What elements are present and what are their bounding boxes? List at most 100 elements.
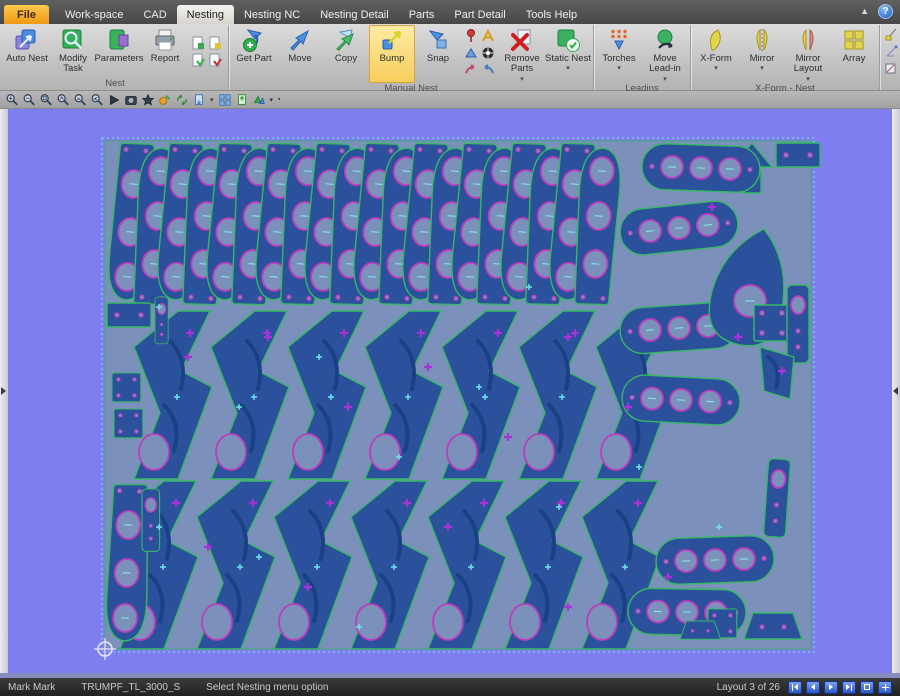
verify-small-tools [882, 25, 900, 78]
zoom-sheet-icon[interactable] [72, 92, 88, 107]
left-panel-collapsed[interactable] [0, 109, 8, 673]
rotate-red-icon[interactable] [463, 62, 479, 78]
snap-button[interactable]: Snap [415, 25, 461, 83]
nest-doc-yellow-icon[interactable] [207, 35, 223, 51]
tab-parts[interactable]: Parts [399, 5, 445, 24]
array-button[interactable]: Array [831, 25, 877, 83]
nest-check-green-icon[interactable] [190, 52, 206, 68]
get-part-button[interactable]: Get Part [231, 25, 277, 83]
bump-button[interactable]: Bump [369, 25, 415, 83]
zoom-previous-icon[interactable] [89, 92, 105, 107]
get-part-label: Get Part [236, 54, 271, 64]
color-mark-icon[interactable] [157, 92, 173, 107]
target-icon[interactable] [480, 45, 496, 61]
tab-nesting-detail[interactable]: Nesting Detail [310, 5, 398, 24]
report-label: Report [151, 54, 180, 64]
parameters-button[interactable]: Parameters [96, 25, 142, 78]
parameters-icon [106, 27, 132, 53]
zoom-in-icon[interactable] [4, 92, 20, 107]
status-bar: Mark Mark TRUMPF_TL_3000_S Select Nestin… [0, 678, 900, 696]
zoom-out-icon[interactable] [21, 92, 37, 107]
export-file-icon[interactable] [234, 92, 250, 107]
previous-layout-button[interactable] [806, 681, 820, 694]
modify-task-button[interactable]: Modify Task [50, 25, 96, 78]
get-part-icon [241, 27, 267, 53]
tab-part-detail[interactable]: Part Detail [444, 5, 515, 24]
bump-icon [379, 27, 405, 53]
tab-work-space[interactable]: Work-space [55, 5, 133, 24]
dropdown-arrow-icon[interactable]: ▾ [208, 96, 216, 104]
import-file-icon[interactable] [191, 92, 207, 107]
report-button[interactable]: Report [142, 25, 188, 78]
small-blue-part-icon[interactable] [463, 45, 479, 61]
auto-nest-button[interactable]: Auto Nest [4, 25, 50, 78]
mirror-icon [749, 27, 775, 53]
zoom-extents-icon[interactable] [55, 92, 71, 107]
tab-file[interactable]: File [4, 5, 49, 24]
layout-list-button[interactable] [860, 681, 874, 694]
dropdown-arrow-icon: ▾ [806, 76, 810, 83]
move-lead-in-icon [652, 27, 678, 53]
minimize-ribbon-icon[interactable]: ▲ [860, 7, 869, 16]
ribbon: Auto Nest Modify Task Parameters Report [0, 24, 900, 91]
toolbar-options-icon[interactable]: ▪ [276, 96, 282, 103]
expand-right-panel-icon[interactable] [893, 387, 898, 395]
first-layout-button[interactable] [788, 681, 802, 694]
right-panel-collapsed[interactable] [892, 109, 900, 673]
play-icon[interactable] [106, 92, 122, 107]
nest-small-tools [188, 25, 226, 78]
measure-angle-icon[interactable] [884, 26, 900, 42]
dropdown-arrow-icon: ▾ [520, 76, 524, 83]
group-label-leadins: Leadins [596, 83, 688, 95]
modify-task-icon [60, 27, 86, 53]
mirror-button[interactable]: Mirror ▾ [739, 25, 785, 83]
nest-drawing[interactable] [8, 109, 892, 673]
move-lead-in-button[interactable]: Move Lead-in ▾ [642, 25, 688, 83]
mirror-layout-button[interactable]: Mirror Layout ▾ [785, 25, 831, 83]
copy-icon [333, 27, 359, 53]
x-form-label: X-Form [700, 54, 732, 64]
dropdown-arrow-icon[interactable]: ▾ [268, 96, 276, 104]
favorites-icon[interactable] [140, 92, 156, 107]
part-swap-icon[interactable] [251, 92, 267, 107]
expand-left-panel-icon[interactable] [1, 387, 6, 395]
x-form-icon [703, 27, 729, 53]
ribbon-group-leadins: Torches ▾ Move Lead-in ▾ Leadins [594, 25, 691, 90]
move-button[interactable]: Move [277, 25, 323, 83]
tab-nesting-nc[interactable]: Nesting NC [234, 5, 310, 24]
auto-nest-icon [14, 27, 40, 53]
nest-check-red-icon[interactable] [207, 52, 223, 68]
zoom-window-icon[interactable] [38, 92, 54, 107]
move-lead-in-label: Move Lead-in [642, 54, 688, 75]
nest-canvas[interactable] [8, 109, 892, 673]
mirror-layout-icon [795, 27, 821, 53]
tab-cad[interactable]: CAD [133, 5, 176, 24]
rotate-blue-icon[interactable] [480, 62, 496, 78]
move-icon [287, 27, 313, 53]
torches-button[interactable]: Torches ▾ [596, 25, 642, 83]
array-label: Array [843, 54, 866, 64]
add-layout-button[interactable] [878, 681, 892, 694]
static-nest-icon [555, 27, 581, 53]
group-label-verify-nest: Verify - Nest [882, 78, 900, 90]
grid-view-icon[interactable] [217, 92, 233, 107]
tab-tools-help[interactable]: Tools Help [516, 5, 587, 24]
letter-a-icon[interactable] [480, 28, 496, 44]
nest-doc-green-icon[interactable] [190, 35, 206, 51]
help-icon[interactable]: ? [878, 4, 893, 19]
dropdown-arrow-icon: ▾ [714, 65, 718, 72]
remove-parts-button[interactable]: Remove Parts ▾ [499, 25, 545, 83]
refresh-icon[interactable] [174, 92, 190, 107]
pin-icon[interactable] [463, 28, 479, 44]
last-layout-button[interactable] [842, 681, 856, 694]
verify-sheet-icon[interactable] [884, 60, 900, 76]
capture-icon[interactable] [123, 92, 139, 107]
measure-point-icon[interactable] [884, 43, 900, 59]
static-nest-button[interactable]: Static Nest ▾ [545, 25, 591, 83]
tab-nesting[interactable]: Nesting [177, 5, 234, 24]
x-form-button[interactable]: X-Form ▾ [693, 25, 739, 83]
dropdown-arrow-icon: ▾ [566, 65, 570, 72]
next-layout-button[interactable] [824, 681, 838, 694]
copy-label: Copy [335, 54, 357, 64]
copy-button[interactable]: Copy [323, 25, 369, 83]
